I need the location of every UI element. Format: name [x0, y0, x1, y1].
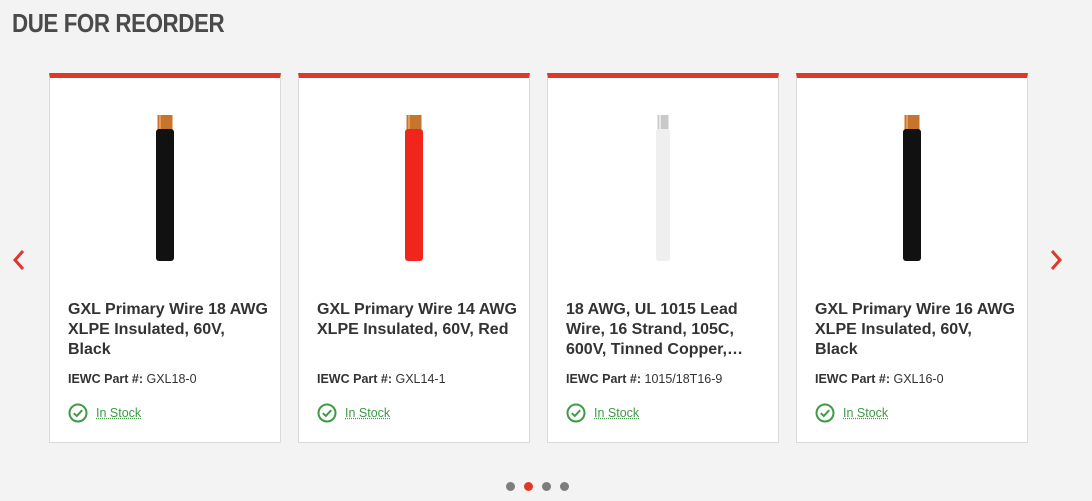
check-circle-icon — [815, 403, 835, 423]
product-card[interactable]: GXL Primary Wire 18 AWG XLPE Insulated, … — [49, 73, 281, 443]
part-label: IEWC Part #: — [815, 372, 891, 386]
stock-label[interactable]: In Stock — [345, 406, 390, 420]
wire-insulation — [903, 129, 921, 261]
product-image[interactable] — [797, 78, 1027, 293]
part-number: IEWC Part #: GXL18-0 — [68, 372, 197, 386]
product-title[interactable]: GXL Primary Wire 14 AWG XLPE Insulated, … — [317, 300, 517, 340]
carousel-next-button[interactable] — [1046, 243, 1066, 277]
stock-status: In Stock — [566, 403, 639, 423]
stock-label[interactable]: In Stock — [843, 406, 888, 420]
stock-label[interactable]: In Stock — [96, 406, 141, 420]
wire-insulation — [405, 129, 423, 261]
carousel-pagination — [506, 482, 569, 491]
wire-image — [903, 115, 921, 261]
part-label: IEWC Part #: — [566, 372, 642, 386]
product-card[interactable]: GXL Primary Wire 14 AWG XLPE Insulated, … — [298, 73, 530, 443]
wire-image — [656, 115, 670, 261]
product-title[interactable]: GXL Primary Wire 16 AWG XLPE Insulated, … — [815, 300, 1015, 360]
section-title: DUE FOR REORDER — [12, 8, 225, 38]
pagination-dot[interactable] — [560, 482, 569, 491]
product-title[interactable]: 18 AWG, UL 1015 Lead Wire, 16 Strand, 10… — [566, 300, 766, 360]
product-card[interactable]: 18 AWG, UL 1015 Lead Wire, 16 Strand, 10… — [547, 73, 779, 443]
product-card[interactable]: GXL Primary Wire 16 AWG XLPE Insulated, … — [796, 73, 1028, 443]
pagination-dot[interactable] — [506, 482, 515, 491]
wire-insulation — [656, 129, 670, 261]
product-image[interactable] — [548, 78, 778, 293]
part-number: IEWC Part #: GXL14-1 — [317, 372, 446, 386]
wire-image — [156, 115, 174, 261]
part-value: GXL18-0 — [146, 372, 197, 386]
part-number: IEWC Part #: GXL16-0 — [815, 372, 944, 386]
part-label: IEWC Part #: — [317, 372, 393, 386]
carousel-prev-button[interactable] — [9, 243, 29, 277]
product-title[interactable]: GXL Primary Wire 18 AWG XLPE Insulated, … — [68, 300, 268, 360]
chevron-left-icon — [12, 250, 25, 270]
part-value: GXL16-0 — [893, 372, 944, 386]
part-value: 1015/18T16-9 — [644, 372, 723, 386]
pagination-dot-active[interactable] — [524, 482, 533, 491]
part-value: GXL14-1 — [395, 372, 446, 386]
check-circle-icon — [68, 403, 88, 423]
product-image[interactable] — [299, 78, 529, 293]
pagination-dot[interactable] — [542, 482, 551, 491]
wire-image — [405, 115, 423, 261]
chevron-right-icon — [1050, 250, 1063, 270]
part-number: IEWC Part #: 1015/18T16-9 — [566, 372, 722, 386]
part-label: IEWC Part #: — [68, 372, 144, 386]
stock-status: In Stock — [68, 403, 141, 423]
stock-label[interactable]: In Stock — [594, 406, 639, 420]
check-circle-icon — [566, 403, 586, 423]
product-image[interactable] — [50, 78, 280, 293]
stock-status: In Stock — [317, 403, 390, 423]
wire-insulation — [156, 129, 174, 261]
check-circle-icon — [317, 403, 337, 423]
stock-status: In Stock — [815, 403, 888, 423]
